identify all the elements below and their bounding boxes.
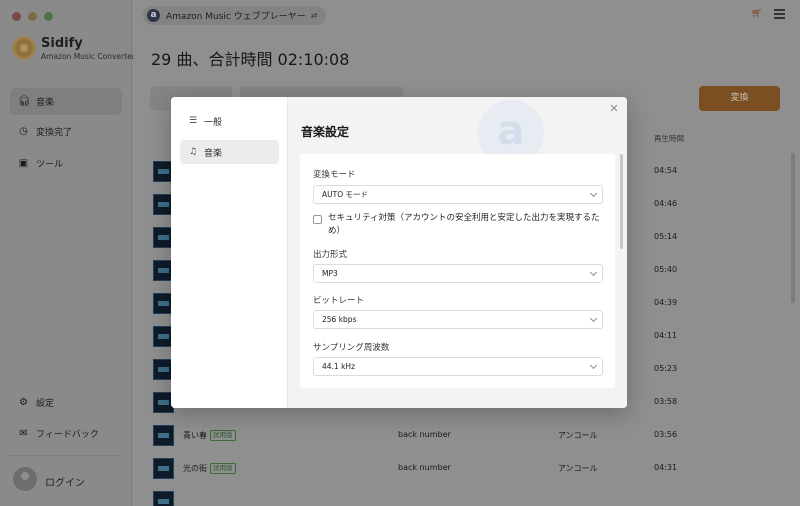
settings-tab-label: 音楽 xyxy=(204,148,223,159)
chevron-down-icon xyxy=(589,268,598,277)
sidebar-item-settings[interactable]: ⚙ 設定 xyxy=(10,389,122,416)
row-album: アンコール xyxy=(558,464,598,473)
source-selector[interactable]: a Amazon Music ウェブプレーヤー ⇄ xyxy=(143,6,327,25)
table-row[interactable]: 光の街 試用版 back number アンコール 04:31 xyxy=(133,453,773,484)
cart-icon[interactable]: 🛒︎ xyxy=(751,9,762,19)
amazon-music-icon: a xyxy=(147,9,160,22)
row-title: 光の街 試用版 xyxy=(183,463,236,474)
security-checkbox-label[interactable]: セキュリティ対策（アカウントの安全利用と安定した出力を実現するため） xyxy=(328,212,603,238)
row-duration: 05:23 xyxy=(654,364,678,373)
table-row[interactable] xyxy=(133,486,773,506)
window-close-button[interactable] xyxy=(12,12,21,21)
output-format-label: 出力形式 xyxy=(313,250,348,260)
sidebar-item-converted[interactable]: ◷ 変換完了 xyxy=(10,118,122,145)
settings-tab-music[interactable]: ♫ 音楽 xyxy=(180,140,279,164)
chevron-down-icon xyxy=(589,361,598,370)
window-zoom-button[interactable] xyxy=(44,12,53,21)
trial-badge: 試用版 xyxy=(210,463,236,474)
duration-column-header[interactable]: 再生時間 xyxy=(654,133,684,144)
gear-icon: ⚙ xyxy=(19,397,28,408)
security-checkbox[interactable] xyxy=(313,215,322,224)
row-duration: 04:31 xyxy=(654,463,678,472)
album-art xyxy=(153,425,174,446)
sidebar-item-label: ツール xyxy=(36,160,64,170)
app-subtitle: Amazon Music Converter xyxy=(41,52,135,61)
menu-icon[interactable] xyxy=(774,9,785,19)
sidebar-item-label: 音楽 xyxy=(36,98,55,108)
row-duration: 05:40 xyxy=(654,265,678,274)
sidebar-item-label: 変換完了 xyxy=(36,128,73,138)
convert-button[interactable]: 変換 xyxy=(699,86,780,111)
album-art xyxy=(153,458,174,479)
sample-rate-select[interactable]: 44.1 kHz xyxy=(313,357,603,376)
row-duration: 05:14 xyxy=(654,232,678,241)
row-album: アンコール xyxy=(558,431,598,440)
row-title: 青い春 試用版 xyxy=(183,430,236,441)
bitrate-label: ビットレート xyxy=(313,296,365,306)
toolbox-icon: ▣ xyxy=(18,158,29,169)
sidebar: Sidify Amazon Music Converter 🎧︎ 音楽 ◷ 変換… xyxy=(0,0,135,506)
window-minimize-button[interactable] xyxy=(28,12,37,21)
settings-scrollbar[interactable] xyxy=(620,154,623,249)
sidebar-item-label: 設定 xyxy=(36,399,55,409)
row-duration: 04:39 xyxy=(654,298,678,307)
row-duration: 04:11 xyxy=(654,331,678,340)
headphones-icon: 🎧︎ xyxy=(18,96,31,107)
row-artist: back number xyxy=(398,430,451,439)
sidebar-item-music[interactable]: 🎧︎ 音楽 xyxy=(10,88,122,115)
chevron-down-icon xyxy=(589,189,598,198)
settings-tab-general[interactable]: ☰ 一般 xyxy=(180,109,279,133)
app-name: Sidify xyxy=(41,36,83,51)
list-scrollbar[interactable] xyxy=(791,153,795,303)
sample-rate-label: サンプリング周波数 xyxy=(313,343,390,353)
music-note-icon: ♫ xyxy=(188,147,198,157)
sidebar-item-tools[interactable]: ▣ ツール xyxy=(10,150,122,177)
sidebar-item-label: フィードバック xyxy=(36,430,99,440)
album-art xyxy=(153,491,174,506)
row-duration: 03:56 xyxy=(654,430,678,439)
row-artist: back number xyxy=(398,463,451,472)
source-label: Amazon Music ウェブプレーヤー xyxy=(166,12,306,22)
bitrate-select[interactable]: 256 kbps xyxy=(313,310,603,329)
avatar[interactable] xyxy=(13,467,37,491)
output-format-select[interactable]: MP3 xyxy=(313,264,603,283)
row-duration: 03:58 xyxy=(654,397,678,406)
app-logo xyxy=(12,36,36,60)
trial-badge: 試用版 xyxy=(210,430,236,441)
login-button[interactable]: ログイン xyxy=(45,474,85,489)
settings-dialog: ☰ 一般 ♫ 音楽 a 音楽設定 変換モード AUTO モード セキュリティ対策… xyxy=(171,97,627,408)
mail-icon: ✉ xyxy=(19,428,28,439)
clock-icon: ◷ xyxy=(19,126,28,137)
settings-title: 音楽設定 xyxy=(301,125,350,139)
song-summary: 29 曲、合計時間 02:10:08 xyxy=(151,50,350,69)
chevron-down-icon xyxy=(589,314,598,323)
settings-content: a 音楽設定 変換モード AUTO モード セキュリティ対策（アカウントの安全利… xyxy=(288,97,627,408)
conversion-mode-label: 変換モード xyxy=(313,170,356,180)
conversion-mode-select[interactable]: AUTO モード xyxy=(313,185,603,204)
sliders-icon: ☰ xyxy=(188,116,198,126)
divider xyxy=(10,455,122,456)
close-icon[interactable]: ✕ xyxy=(608,103,620,115)
settings-nav: ☰ 一般 ♫ 音楽 xyxy=(171,97,288,408)
settings-tab-label: 一般 xyxy=(204,117,223,128)
swap-icon: ⇄ xyxy=(310,11,318,20)
sidebar-item-feedback[interactable]: ✉ フィードバック xyxy=(10,420,122,447)
table-row[interactable]: 青い春 試用版 back number アンコール 03:56 xyxy=(133,420,773,451)
row-duration: 04:46 xyxy=(654,199,678,208)
settings-card: 変換モード AUTO モード セキュリティ対策（アカウントの安全利用と安定した出… xyxy=(300,154,615,388)
row-duration: 04:54 xyxy=(654,166,678,175)
